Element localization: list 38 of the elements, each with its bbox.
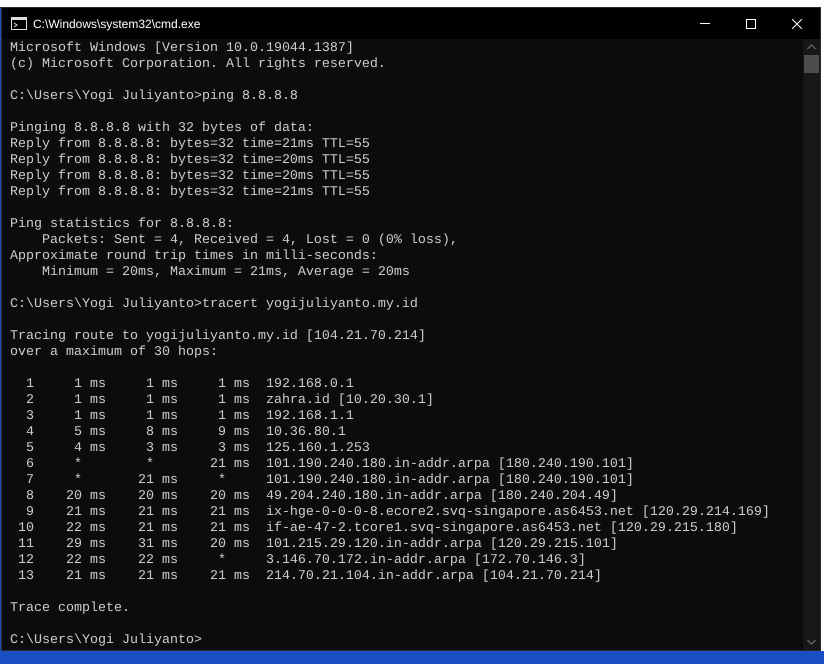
console-line: Ping statistics for 8.8.8.8:: [10, 217, 234, 233]
close-icon: [792, 18, 802, 28]
console-line: 13 21 ms 21 ms 21 ms 214.70.21.104.in-addr.arpa [104.21.70.214]: [16, 569, 602, 585]
console-line: 3 1 ms 1 ms 1 ms 192.168.1.1: [24, 409, 354, 425]
console-line: Tracing route to yogijuliyanto.my.id [104.21.70.214]: [10, 329, 426, 345]
console-line: 1 1 ms 1 ms 1 ms 192.168.0.1: [24, 377, 354, 393]
console-line: 6 * * 21 ms 101.190.240.180.in-addr.arpa [180.240.190.101]: [24, 457, 634, 473]
console-line: 12 22 ms 22 ms * 3.146.70.172.in-addr.arpa [172.70.146.3]: [16, 553, 586, 569]
console-line: Minimum = 20ms, Maximum = 21ms, Average = 20ms: [40, 265, 410, 281]
console-line: 4 5 ms 8 ms 9 ms 10.36.80.1: [24, 425, 346, 441]
maximize-icon: [746, 18, 756, 28]
console-line: 5 4 ms 3 ms 3 ms 125.160.1.253: [24, 441, 370, 457]
scrollbar-thumb[interactable]: [804, 55, 819, 73]
console-line: 2 1 ms 1 ms 1 ms zahra.id [10.20.30.1]: [24, 393, 434, 409]
console-line: 9 21 ms 21 ms 21 ms ix-hge-0-0-0-8.ecore2.svq-singapore.as6453.net [120.29.214.169]: [24, 505, 770, 521]
console-line: C:\Users\Yogi Juliyanto>ping 8.8.8.8: [10, 89, 298, 105]
scroll-up-icon[interactable]: [807, 44, 816, 50]
console-line: (c) Microsoft Corporation. All rights reserved.: [10, 57, 386, 73]
scroll-down-icon[interactable]: [807, 639, 816, 645]
console-line: Reply from 8.8.8.8: bytes=32 time=21ms TTL=55: [10, 137, 370, 153]
console-line: 8 20 ms 20 ms 20 ms 49.204.240.180.in-addr.arpa [180.240.204.49]: [24, 489, 618, 505]
console-line: Approximate round trip times in milli-seconds:: [10, 249, 378, 265]
console-line: C:\Users\Yogi Juliyanto>: [10, 633, 202, 649]
console-line: Reply from 8.8.8.8: bytes=32 time=20ms TTL=55: [10, 153, 370, 169]
console-line: Microsoft Windows [Version 10.0.19044.1387]: [10, 41, 354, 57]
console-line: 11 29 ms 31 ms 20 ms 101.215.29.120.in-addr.arpa [120.29.215.101]: [16, 537, 618, 553]
minimize-icon: [700, 23, 710, 24]
console-line: C:\Users\Yogi Juliyanto>tracert yogijuliyanto.my.id: [10, 297, 418, 313]
window-title: C:\Windows\system32\cmd.exe: [33, 16, 200, 32]
console-line: Reply from 8.8.8.8: bytes=32 time=20ms TTL=55: [10, 169, 370, 185]
console-line: Reply from 8.8.8.8: bytes=32 time=21ms TTL=55: [10, 185, 370, 201]
console-line: Pinging 8.8.8.8 with 32 bytes of data:: [10, 121, 314, 137]
terminal-icon: [11, 17, 27, 30]
console-line: Trace complete.: [10, 601, 130, 617]
console-line: 10 22 ms 21 ms 21 ms if-ae-47-2.tcore1.svq-singapore.as6453.net [120.29.215.180]: [16, 521, 738, 537]
console-line: over a maximum of 30 hops:: [10, 345, 218, 361]
console-line: Packets: Sent = 4, Received = 4, Lost = 0 (0% loss),: [40, 233, 458, 249]
console-line: 7 * 21 ms * 101.190.240.180.in-addr.arpa [180.240.190.101]: [24, 473, 634, 489]
